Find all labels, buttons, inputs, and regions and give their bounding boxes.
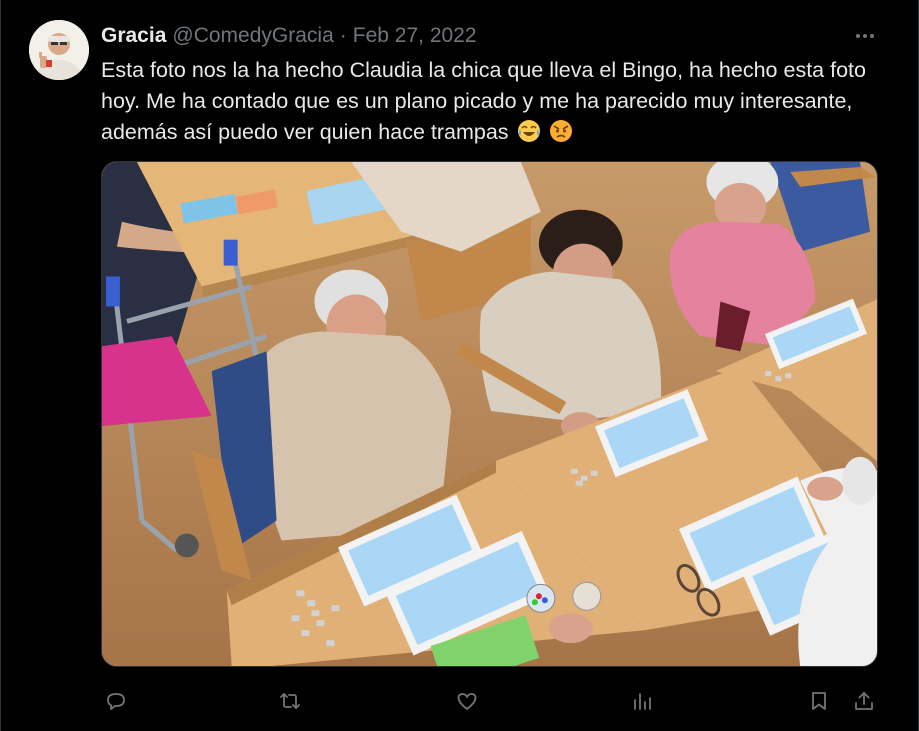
angry-face-emoji	[549, 119, 573, 143]
bookmark-icon[interactable]	[802, 684, 836, 718]
tweet-text-block: Esta foto nos la ha hecho Claudia la chi…	[101, 55, 881, 148]
avatar[interactable]	[29, 20, 89, 80]
share-icon[interactable]	[847, 684, 881, 718]
tweet-actions-bar	[101, 684, 881, 718]
tweet-header: Gracia @ComedyGracia · Feb 27, 2022	[101, 22, 477, 50]
reply-icon[interactable]	[99, 684, 133, 718]
separator-dot: ·	[339, 24, 347, 47]
tears-of-joy-emoji	[517, 119, 541, 143]
tweet-photo[interactable]	[101, 161, 878, 667]
more-options-icon[interactable]	[851, 26, 879, 46]
tweet-text: Esta foto nos la ha hecho Claudia la chi…	[101, 58, 866, 144]
tweet-date[interactable]: Feb 27, 2022	[353, 24, 477, 48]
display-name[interactable]: Gracia	[101, 24, 166, 48]
views-icon[interactable]	[625, 684, 659, 718]
user-handle[interactable]: @ComedyGracia	[172, 24, 333, 48]
like-icon[interactable]	[450, 684, 484, 718]
tweet[interactable]: Gracia @ComedyGracia · Feb 27, 2022 Esta…	[0, 0, 919, 731]
retweet-icon[interactable]	[273, 684, 307, 718]
